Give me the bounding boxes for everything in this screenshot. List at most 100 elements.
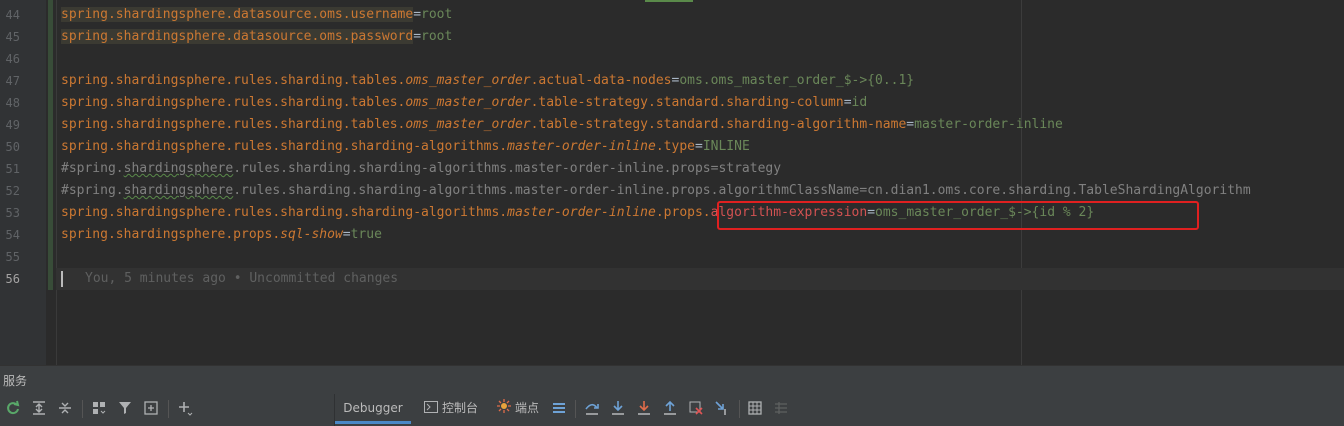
toolbar-separator bbox=[168, 400, 169, 418]
code-token: = bbox=[694, 139, 703, 154]
code-token: shardingsphere bbox=[123, 161, 234, 176]
services-toolbar: Debugger 控制台 端点 bbox=[0, 394, 1344, 426]
step-over-icon[interactable] bbox=[583, 399, 601, 417]
code-text: #spring.shardingsphere.rules.sharding.sh… bbox=[61, 158, 781, 180]
code-token: #spring. bbox=[61, 161, 124, 176]
code-token: spring.shardingsphere.props. bbox=[61, 227, 281, 242]
code-token: spring.shardingsphere.rules.sharding.tab… bbox=[61, 73, 406, 88]
step-out-icon[interactable] bbox=[661, 399, 679, 417]
line-number: 56 bbox=[5, 272, 20, 286]
evaluate-expression-icon[interactable] bbox=[746, 399, 764, 417]
code-token: = bbox=[906, 117, 915, 132]
endpoints-icon bbox=[497, 395, 511, 423]
code-token: INLINE bbox=[702, 139, 750, 154]
code-token: master-order-inline bbox=[914, 117, 1063, 132]
code-token: root bbox=[421, 7, 453, 22]
code-line[interactable]: 44 spring.shardingsphere.datasource.oms.u… bbox=[0, 4, 1344, 26]
frames-list-icon[interactable] bbox=[550, 399, 568, 417]
line-number: 44 bbox=[5, 8, 20, 22]
code-token: .rules.sharding.sharding-algorithms.mast… bbox=[233, 183, 1251, 198]
refresh-icon[interactable] bbox=[4, 399, 22, 417]
tab-label: 控制台 bbox=[442, 401, 479, 415]
code-line[interactable]: 48 spring.shardingsphere.rules.sharding.t… bbox=[0, 92, 1344, 114]
expand-all-icon[interactable] bbox=[30, 399, 48, 417]
line-number: 54 bbox=[5, 228, 20, 242]
new-tab-icon[interactable] bbox=[142, 399, 160, 417]
line-number: 47 bbox=[5, 74, 20, 88]
toolbar-separator bbox=[575, 400, 576, 418]
collapse-all-icon[interactable] bbox=[56, 399, 74, 417]
code-token: spring.shardingsphere.rules.sharding.tab… bbox=[61, 95, 406, 110]
code-token: .props. bbox=[655, 205, 711, 220]
step-into-icon[interactable] bbox=[609, 399, 627, 417]
code-text: spring.shardingsphere.rules.sharding.sha… bbox=[61, 136, 750, 158]
drop-frame-icon[interactable] bbox=[687, 399, 705, 417]
code-token: spring.shardingsphere.rules.sharding.sha… bbox=[61, 205, 508, 220]
tab-debugger[interactable]: Debugger bbox=[335, 394, 411, 424]
tab-endpoints[interactable]: 端点 bbox=[497, 394, 547, 424]
code-line[interactable]: 55 bbox=[0, 246, 1344, 268]
code-token: spring.shardingsphere.datasource.oms.use… bbox=[61, 7, 414, 22]
code-line[interactable]: 46 bbox=[0, 48, 1344, 70]
tab-label: 端点 bbox=[515, 401, 540, 415]
toolbar-separator bbox=[739, 400, 740, 418]
code-text: spring.shardingsphere.rules.sharding.tab… bbox=[61, 92, 867, 114]
code-token: spring.shardingsphere.rules.sharding.sha… bbox=[61, 139, 508, 154]
code-editor[interactable]: 44 spring.shardingsphere.datasource.oms.u… bbox=[0, 0, 1344, 365]
services-panel-title: 服务 bbox=[3, 374, 28, 388]
code-token: oms_master_order bbox=[405, 73, 531, 88]
code-token: .actual-data-nodes bbox=[530, 73, 672, 88]
code-token: master-order-inline bbox=[507, 139, 656, 154]
code-line[interactable]: 50 spring.shardingsphere.rules.sharding.s… bbox=[0, 136, 1344, 158]
code-line[interactable]: 49 spring.shardingsphere.rules.sharding.t… bbox=[0, 114, 1344, 136]
line-number: 52 bbox=[5, 184, 20, 198]
inline-blame-annotation: You, 5 minutes ago • Uncommitted changes bbox=[85, 271, 399, 286]
code-token: spring.shardingsphere.datasource.oms.pas… bbox=[61, 29, 414, 44]
code-text: spring.shardingsphere.datasource.oms.pas… bbox=[61, 26, 452, 48]
code-token: .rules.sharding.sharding-algorithms.mast… bbox=[233, 161, 782, 176]
spell-mark bbox=[645, 0, 693, 2]
code-text: spring.shardingsphere.props.sql-show=tru… bbox=[61, 224, 382, 246]
line-number: 49 bbox=[5, 118, 20, 132]
code-token: = bbox=[843, 95, 852, 110]
code-token: = bbox=[413, 29, 422, 44]
line-number: 46 bbox=[5, 52, 20, 66]
code-token: = bbox=[413, 7, 422, 22]
line-number: 51 bbox=[5, 162, 20, 176]
code-token: #spring. bbox=[61, 183, 124, 198]
code-token: id bbox=[851, 95, 868, 110]
code-token: oms_master_order bbox=[405, 117, 531, 132]
code-token: sql-show bbox=[280, 227, 343, 242]
code-token: root bbox=[421, 29, 453, 44]
line-number: 48 bbox=[5, 96, 20, 110]
code-text: spring.shardingsphere.rules.sharding.tab… bbox=[61, 70, 914, 92]
code-line[interactable]: 52 #spring.shardingsphere.rules.sharding.… bbox=[0, 180, 1344, 202]
add-service-icon[interactable] bbox=[176, 399, 194, 417]
code-text: #spring.shardingsphere.rules.sharding.sh… bbox=[61, 180, 1251, 202]
code-token: .table-strategy.standard.sharding-algori… bbox=[530, 117, 907, 132]
tab-console[interactable]: 控制台 bbox=[424, 394, 486, 424]
trace-stream-icon bbox=[772, 399, 790, 417]
group-by-icon[interactable] bbox=[90, 399, 108, 417]
code-token: = bbox=[342, 227, 351, 242]
code-token: oms.oms_master_order_$->{0..1} bbox=[679, 73, 915, 88]
code-line[interactable]: 47 spring.shardingsphere.rules.sharding.t… bbox=[0, 70, 1344, 92]
toolbar-separator bbox=[82, 400, 83, 418]
code-token: oms_master_order bbox=[405, 95, 531, 110]
force-step-into-icon[interactable] bbox=[635, 399, 653, 417]
console-icon bbox=[424, 395, 438, 423]
code-line[interactable]: 45 spring.shardingsphere.datasource.oms.p… bbox=[0, 26, 1344, 48]
highlight-box bbox=[717, 201, 1199, 230]
line-number: 53 bbox=[5, 206, 20, 220]
filter-icon[interactable] bbox=[116, 399, 134, 417]
code-text: spring.shardingsphere.rules.sharding.tab… bbox=[61, 114, 1063, 136]
line-number: 45 bbox=[5, 30, 20, 44]
code-text: spring.shardingsphere.datasource.oms.use… bbox=[61, 4, 452, 26]
run-to-cursor-icon[interactable] bbox=[713, 399, 731, 417]
tab-label: Debugger bbox=[343, 401, 403, 415]
services-panel: 服务 Debugger 控制台 端点 bbox=[0, 365, 1344, 426]
code-token: shardingsphere bbox=[123, 183, 234, 198]
line-number: 50 bbox=[5, 140, 20, 154]
code-token: .type bbox=[655, 139, 695, 154]
code-line[interactable]: 51 #spring.shardingsphere.rules.sharding.… bbox=[0, 158, 1344, 180]
